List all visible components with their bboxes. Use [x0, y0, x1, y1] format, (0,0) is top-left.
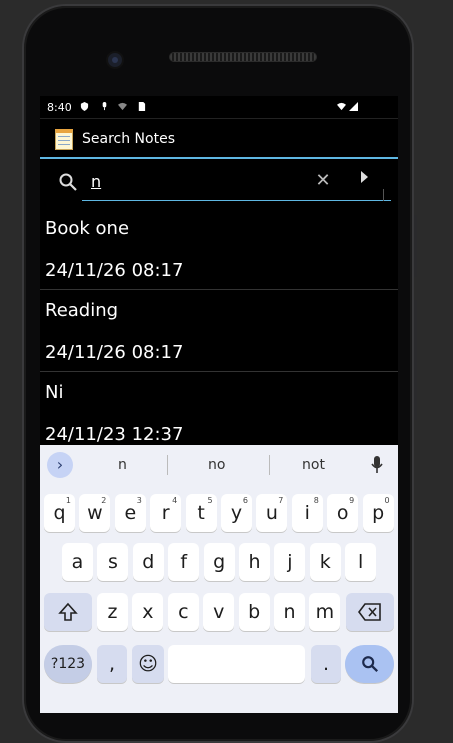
key-b[interactable]: b — [238, 593, 270, 631]
search-query: n — [91, 172, 102, 191]
key-f[interactable]: f — [168, 543, 200, 581]
note-date: 24/11/26 08:17 — [45, 260, 184, 281]
key-number-hint: 8 — [313, 496, 319, 505]
key-m[interactable]: m — [309, 593, 341, 631]
search-bar: n ✕ — [40, 160, 398, 204]
comma-key[interactable]: , — [97, 645, 127, 683]
notepad-icon — [55, 129, 73, 150]
key-x[interactable]: x — [132, 593, 164, 631]
key-c[interactable]: c — [167, 593, 199, 631]
suggestion-word[interactable]: not — [302, 457, 325, 473]
list-item[interactable]: Ni 24/11/23 12:37 — [40, 372, 398, 454]
key-number-hint: 0 — [384, 496, 390, 505]
microphone-icon[interactable] — [370, 455, 384, 475]
suggestion-strip: › n no not — [40, 445, 398, 485]
shift-icon — [58, 602, 78, 621]
symbols-key[interactable]: ?123 — [44, 645, 92, 683]
sim-card-icon — [138, 102, 146, 111]
signal-icon — [349, 102, 358, 111]
note-title: Reading — [45, 300, 119, 321]
front-camera — [106, 51, 124, 69]
search-input[interactable]: n ✕ — [82, 165, 391, 201]
backspace-key[interactable] — [346, 593, 394, 631]
arrow-right-icon[interactable] — [361, 171, 368, 183]
search-divider — [383, 189, 384, 201]
key-d[interactable]: d — [132, 543, 164, 581]
key-t[interactable]: t5 — [185, 494, 217, 532]
key-v[interactable]: v — [203, 593, 235, 631]
suggestion-divider — [269, 455, 270, 475]
search-icon — [361, 656, 378, 673]
key-number-hint: 3 — [136, 496, 142, 505]
shift-key[interactable] — [44, 593, 92, 631]
key-i[interactable]: i8 — [291, 494, 323, 532]
key-l[interactable]: l — [345, 543, 377, 581]
note-title: Book one — [45, 218, 130, 239]
key-o[interactable]: o9 — [327, 494, 359, 532]
note-date: 24/11/23 12:37 — [45, 424, 184, 445]
key-j[interactable]: j — [274, 543, 306, 581]
app-bar: Search Notes — [40, 118, 398, 159]
notes-list: Book one 24/11/26 08:17 Reading 24/11/26… — [40, 208, 398, 454]
key-a[interactable]: a — [62, 543, 93, 581]
key-g[interactable]: g — [203, 543, 235, 581]
list-item[interactable]: Book one 24/11/26 08:17 — [40, 208, 398, 290]
space-key[interactable] — [168, 645, 305, 683]
key-z[interactable]: z — [97, 593, 128, 631]
key-number-hint: 5 — [207, 496, 213, 505]
close-icon[interactable]: ✕ — [313, 171, 333, 191]
list-item[interactable]: Reading 24/11/26 08:17 — [40, 290, 398, 372]
period-key[interactable]: . — [311, 645, 341, 683]
suggestion-word[interactable]: no — [208, 457, 225, 473]
earpiece-speaker — [169, 52, 317, 62]
status-time: 8:40 — [47, 101, 72, 114]
key-number-hint: 6 — [242, 496, 248, 505]
key-number-hint: 1 — [65, 496, 71, 505]
shield-icon — [80, 102, 89, 111]
key-u[interactable]: u7 — [256, 494, 288, 532]
key-r[interactable]: r4 — [150, 494, 182, 532]
app-bar-accent — [40, 157, 398, 159]
key-h[interactable]: h — [239, 543, 270, 581]
app-title: Search Notes — [82, 131, 175, 147]
key-n[interactable]: n — [274, 593, 305, 631]
key-number-hint: 2 — [101, 496, 107, 505]
key-p[interactable]: p0 — [362, 494, 394, 532]
key-q[interactable]: q1 — [44, 494, 75, 532]
expand-toolbar-icon[interactable]: › — [47, 452, 73, 478]
search-key[interactable] — [345, 645, 394, 683]
key-w[interactable]: w2 — [79, 494, 111, 532]
suggestion-divider — [167, 455, 168, 475]
wifi-off-icon — [118, 102, 127, 111]
key-number-hint: 9 — [349, 496, 355, 505]
note-title: Ni — [45, 382, 64, 403]
key-k[interactable]: k — [309, 543, 341, 581]
note-date: 24/11/26 08:17 — [45, 342, 184, 363]
suggestion-word[interactable]: n — [118, 457, 127, 473]
key-y[interactable]: y6 — [221, 494, 252, 532]
key-number-hint: 7 — [278, 496, 284, 505]
on-screen-keyboard: › n no not q1w2e3r4t5y6u7i8o9p0 asdfghjk… — [40, 445, 398, 713]
key-s[interactable]: s — [97, 543, 129, 581]
screen: 8:40 Search Notes n ✕ Book one 24/11/26 … — [40, 96, 398, 713]
search-icon — [59, 173, 77, 191]
mic-status-icon — [102, 102, 107, 111]
key-number-hint: 4 — [172, 496, 178, 505]
status-bar: 8:40 — [40, 96, 398, 118]
backspace-icon — [358, 603, 381, 621]
emoji-key[interactable]: ☺ — [132, 645, 164, 683]
key-e[interactable]: e3 — [114, 494, 146, 532]
wifi-icon — [337, 102, 346, 111]
